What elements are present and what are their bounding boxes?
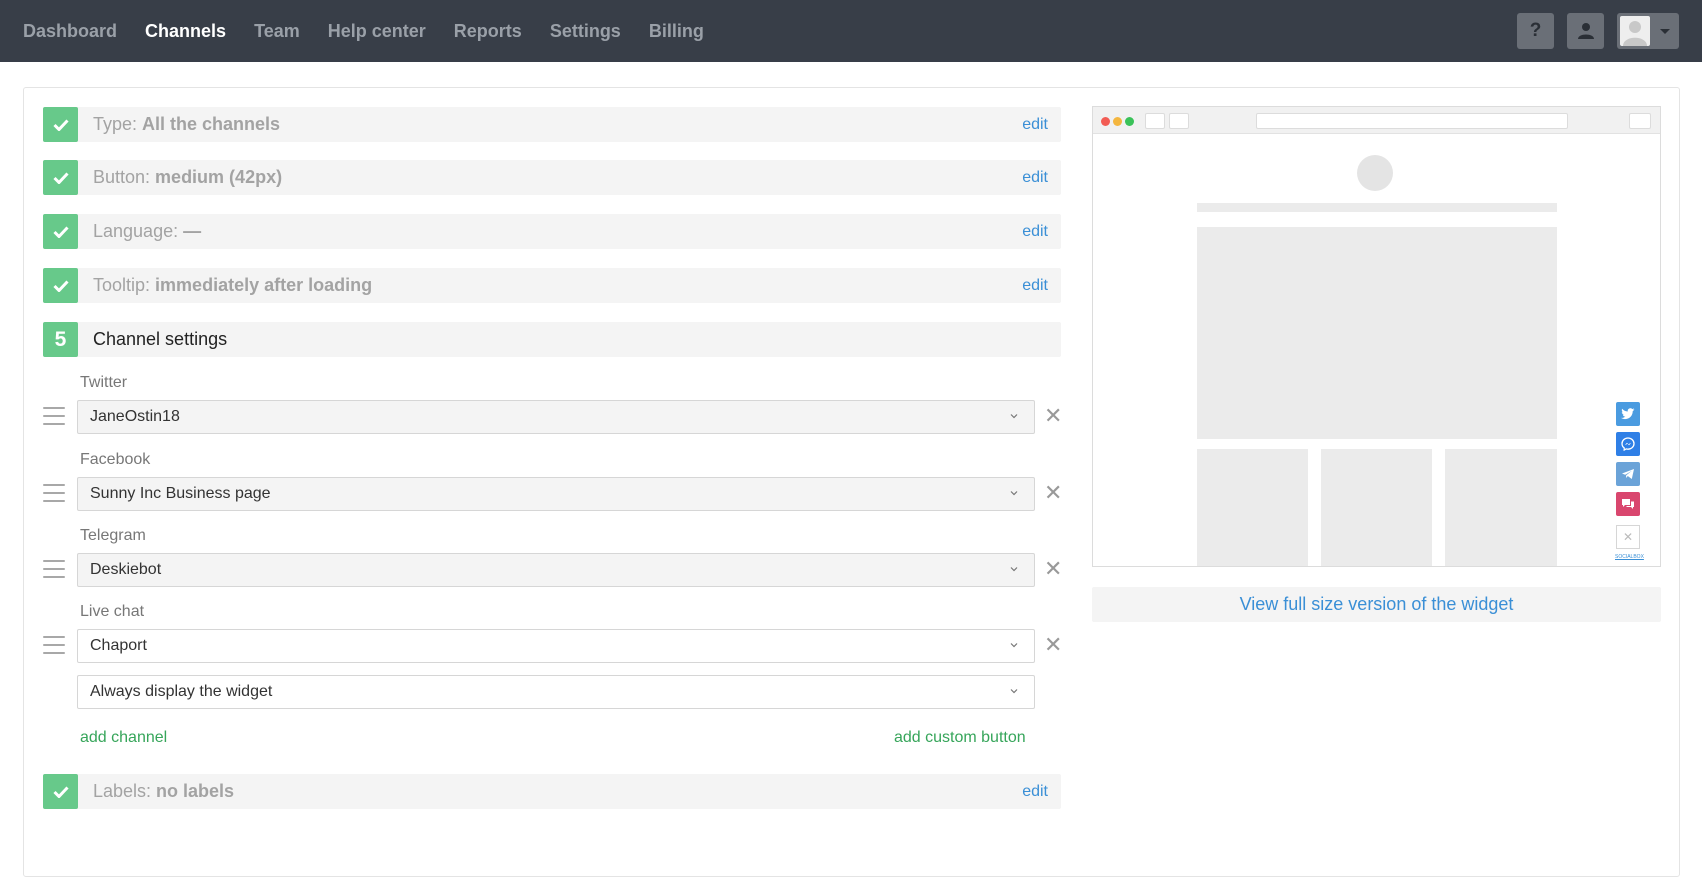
preview-address-bar <box>1256 113 1568 129</box>
remove-facebook-icon[interactable]: ✕ <box>1044 482 1062 504</box>
step-channel-settings: 5 Channel settings <box>43 322 1061 357</box>
preview-title-placeholder <box>1197 203 1557 212</box>
step-button: Button: medium (42px) edit <box>43 160 1061 195</box>
chevron-down-icon <box>1010 643 1018 648</box>
edit-tooltip-link[interactable]: edit <box>1022 268 1048 303</box>
step-label: Type: All the channels <box>93 114 281 134</box>
preview-card-placeholder <box>1197 449 1308 566</box>
window-minimize-dot-icon <box>1113 117 1122 126</box>
edit-type-link[interactable]: edit <box>1022 107 1048 142</box>
select-value: Sunny Inc Business page <box>90 485 271 502</box>
select-value: Always display the widget <box>90 683 273 700</box>
preview-browser-bar <box>1093 107 1660 134</box>
step-label: Tooltip: immediately after loading <box>93 275 373 295</box>
check-icon <box>43 160 78 195</box>
select-value: Chaport <box>90 637 147 654</box>
check-icon <box>43 214 78 249</box>
add-custom-button-link[interactable]: add custom button <box>894 729 1026 747</box>
channel-label-facebook: Facebook <box>80 451 151 468</box>
user-icon <box>1577 23 1594 39</box>
account-menu-button[interactable] <box>1617 13 1679 49</box>
nav-link-reports[interactable]: Reports <box>454 21 522 42</box>
step-value: All the channels <box>142 114 281 134</box>
chevron-down-icon <box>1010 689 1018 694</box>
widget-close-icon: ✕ <box>1616 525 1640 549</box>
step-value: medium (42px) <box>155 167 283 187</box>
facebook-page-select[interactable]: Sunny Inc Business page <box>77 477 1035 511</box>
channel-label-live-chat: Live chat <box>80 603 145 620</box>
telegram-icon <box>1616 462 1640 486</box>
edit-labels-link[interactable]: edit <box>1022 774 1048 809</box>
step-label: Button: medium (42px) <box>93 167 283 187</box>
display-option-select[interactable]: Always display the widget <box>77 675 1035 709</box>
select-value: Deskiebot <box>90 561 162 578</box>
twitter-account-select[interactable]: JaneOstin18 <box>77 400 1035 434</box>
drag-handle-icon[interactable] <box>43 484 65 504</box>
preview-tab <box>1145 113 1165 129</box>
step-tooltip: Tooltip: immediately after loading edit <box>43 268 1061 303</box>
edit-language-link[interactable]: edit <box>1022 214 1048 249</box>
step-type: Type: All the channels edit <box>43 107 1061 142</box>
drag-handle-icon[interactable] <box>43 407 65 427</box>
chevron-down-icon <box>1010 414 1018 419</box>
chevron-down-icon <box>1010 567 1018 572</box>
view-full-size-link[interactable]: View full size version of the widget <box>1092 587 1661 622</box>
telegram-bot-select[interactable]: Deskiebot <box>77 553 1035 587</box>
nav-link-help-center[interactable]: Help center <box>328 21 426 42</box>
window-close-dot-icon <box>1101 117 1110 126</box>
live-chat-select[interactable]: Chaport <box>77 629 1035 663</box>
nav-links: Dashboard Channels Team Help center Repo… <box>23 0 732 62</box>
remove-telegram-icon[interactable]: ✕ <box>1044 558 1062 580</box>
window-maximize-dot-icon <box>1125 117 1134 126</box>
step-language: Language: — edit <box>43 214 1061 249</box>
preview-hero-placeholder <box>1197 227 1557 439</box>
drag-handle-icon[interactable] <box>43 560 65 580</box>
edit-button-link[interactable]: edit <box>1022 160 1048 195</box>
avatar <box>1620 16 1650 46</box>
profile-button[interactable] <box>1567 13 1604 49</box>
preview-avatar-placeholder <box>1357 155 1393 191</box>
preview-tab <box>1169 113 1189 129</box>
add-channel-link[interactable]: add channel <box>80 729 167 747</box>
help-icon: ? <box>1529 20 1542 41</box>
step-value: immediately after loading <box>155 275 373 295</box>
preview-card-placeholder <box>1445 449 1557 566</box>
channel-label-telegram: Telegram <box>80 527 146 544</box>
nav-link-channels[interactable]: Channels <box>145 21 226 42</box>
messenger-icon <box>1616 432 1640 456</box>
drag-handle-icon[interactable] <box>43 636 65 656</box>
widget-preview: ✕ SOCIALBOX <box>1092 106 1661 567</box>
remove-twitter-icon[interactable]: ✕ <box>1044 405 1062 427</box>
check-icon <box>43 268 78 303</box>
check-icon <box>43 774 78 809</box>
top-navbar: Dashboard Channels Team Help center Repo… <box>0 0 1702 62</box>
channel-label-twitter: Twitter <box>80 374 128 391</box>
step-value: no labels <box>156 781 235 801</box>
widget-brand-text: SOCIALBOX <box>1615 554 1644 560</box>
step-label: Language: — <box>93 221 202 241</box>
avatar-placeholder-icon <box>1623 21 1647 46</box>
preview-menu-button <box>1629 113 1651 129</box>
nav-link-settings[interactable]: Settings <box>550 21 621 42</box>
nav-link-dashboard[interactable]: Dashboard <box>23 21 117 42</box>
select-value: JaneOstin18 <box>90 408 180 425</box>
step-value: — <box>183 221 202 241</box>
nav-link-billing[interactable]: Billing <box>649 21 704 42</box>
remove-live-chat-icon[interactable]: ✕ <box>1044 634 1062 656</box>
chat-icon <box>1616 492 1640 516</box>
step-number-badge: 5 <box>43 322 78 357</box>
check-icon <box>43 107 78 142</box>
help-button[interactable]: ? <box>1517 13 1554 49</box>
step-title: Channel settings <box>93 329 228 349</box>
nav-link-team[interactable]: Team <box>254 21 300 42</box>
preview-card-placeholder <box>1321 449 1432 566</box>
chevron-down-icon <box>1660 29 1670 34</box>
step-labels: Labels: no labels edit <box>43 774 1061 809</box>
chevron-down-icon <box>1010 491 1018 496</box>
step-label: Labels: no labels <box>93 781 235 801</box>
twitter-icon <box>1616 402 1640 426</box>
